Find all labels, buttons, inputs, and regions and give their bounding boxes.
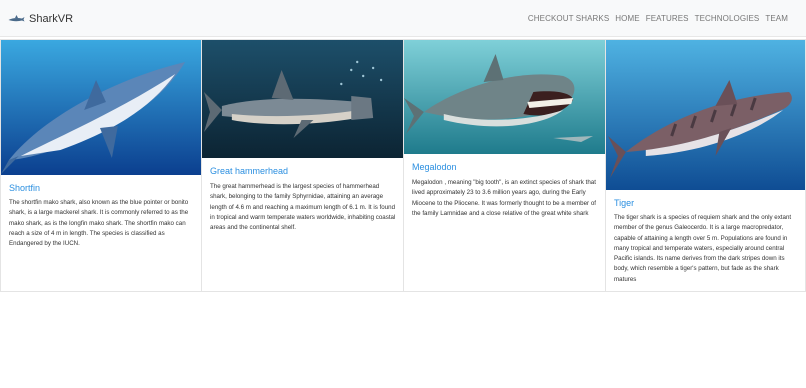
card-title[interactable]: Tiger — [614, 198, 634, 208]
nav-links: CHECKOUT SHARKS HOME FEATURES TECHNOLOGI… — [522, 14, 788, 23]
nav-checkout-sharks[interactable]: CHECKOUT SHARKS — [528, 14, 609, 23]
shark-logo-icon — [8, 15, 25, 22]
card-title[interactable]: Shortfin — [9, 183, 40, 193]
card-description: The tiger shark is a species of requiem … — [614, 214, 792, 283]
brand-name: SharkVR — [29, 13, 74, 25]
card-description: The great hammerhead is the largest spec… — [210, 183, 396, 232]
card-tiger: Tiger The tiger shark is a species of re… — [606, 39, 806, 292]
card-description: The shortfin mako shark, also known as t… — [9, 199, 189, 248]
shark-cards: Shortfin The shortfin mako shark, also k… — [0, 39, 806, 292]
shortfin-shark-image — [1, 40, 201, 175]
megalodon-shark-image — [404, 40, 605, 154]
hammerhead-shark-image — [202, 40, 403, 158]
nav-home[interactable]: HOME — [615, 14, 639, 23]
nav-features[interactable]: FEATURES — [646, 14, 689, 23]
card-great-hammerhead: Great hammerhead The great hammerhead is… — [202, 39, 404, 292]
card-description: Megalodon , meaning "big tooth", is an e… — [412, 179, 596, 217]
nav-technologies[interactable]: TECHNOLOGIES — [695, 14, 760, 23]
card-megalodon: Megalodon Megalodon , meaning "big tooth… — [404, 39, 606, 292]
navbar: SharkVR CHECKOUT SHARKS HOME FEATURES TE… — [0, 0, 806, 37]
tiger-shark-image — [606, 40, 805, 190]
nav-team[interactable]: TEAM — [765, 14, 788, 23]
card-title[interactable]: Megalodon — [412, 162, 457, 172]
card-shortfin: Shortfin The shortfin mako shark, also k… — [0, 39, 202, 292]
brand-link[interactable]: SharkVR — [8, 10, 73, 28]
card-title[interactable]: Great hammerhead — [210, 166, 288, 176]
